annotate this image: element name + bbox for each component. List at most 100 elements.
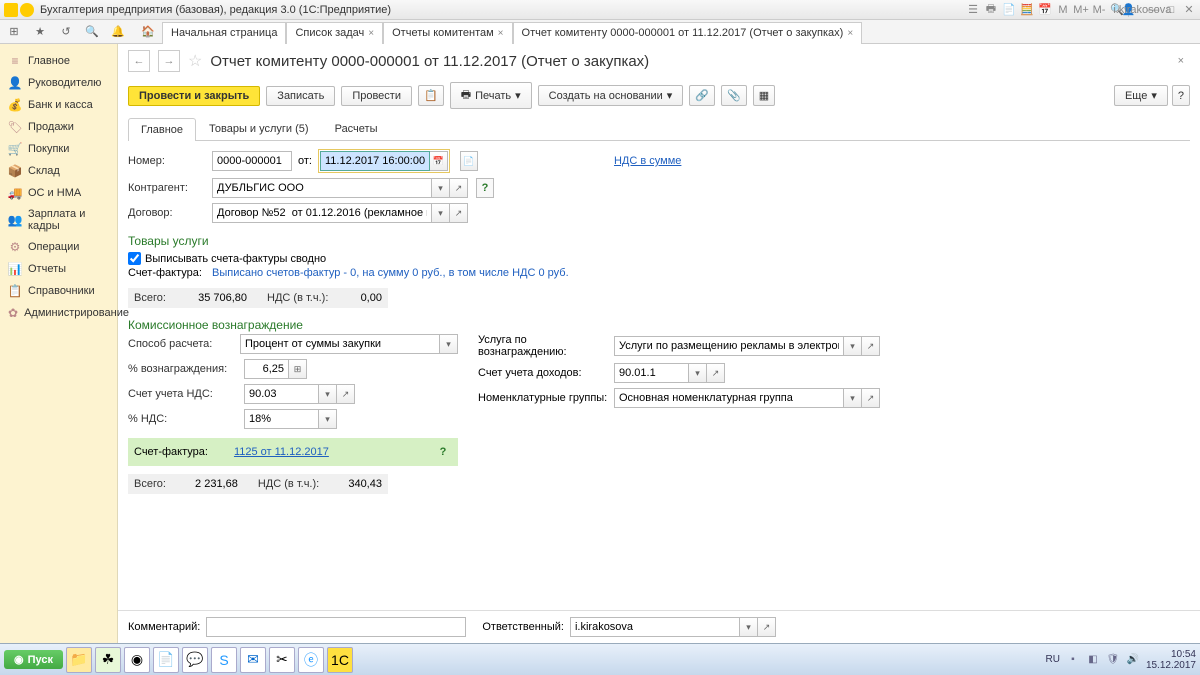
help-button[interactable]: ? (1172, 85, 1190, 106)
post-button[interactable]: Провести (341, 86, 412, 106)
date-input[interactable] (320, 151, 430, 171)
lang-indicator[interactable]: RU (1045, 654, 1059, 665)
taskbar-ie[interactable]: ⓔ (298, 647, 324, 673)
open-icon[interactable]: ↗ (758, 617, 776, 637)
taskbar-app[interactable]: ☘ (95, 647, 121, 673)
taskbar-chrome[interactable]: ◉ (124, 647, 150, 673)
structure-button[interactable]: 🔗 (689, 85, 715, 106)
dropdown-icon[interactable]: ▾ (844, 336, 862, 356)
toolbar-icon[interactable]: M+ (1074, 3, 1088, 17)
responsible-input[interactable] (570, 617, 740, 637)
movements-button[interactable]: 📋 (418, 85, 444, 106)
maximize-icon[interactable]: □ (1164, 3, 1178, 17)
open-icon[interactable]: ↗ (862, 336, 880, 356)
taskbar-app[interactable]: 📁 (66, 647, 92, 673)
subtab-calc[interactable]: Расчеты (322, 117, 391, 140)
sidebar-item-assets[interactable]: 🚚ОС и НМА (0, 182, 117, 204)
number-input[interactable] (212, 151, 292, 171)
taskbar-whatsapp[interactable]: 💬 (182, 647, 208, 673)
vat-account-input[interactable] (244, 384, 319, 404)
open-icon[interactable]: ↗ (707, 363, 725, 383)
extra-button[interactable]: ▦ (753, 85, 775, 106)
tray-icon[interactable]: ▪ (1066, 653, 1080, 667)
subtab-goods[interactable]: Товары и услуги (5) (196, 117, 322, 140)
toolbar-icon[interactable]: M (1056, 3, 1070, 17)
comment-input[interactable] (206, 617, 466, 637)
invoice-summary-link[interactable]: Выписано счетов-фактур - 0, на сумму 0 р… (212, 267, 569, 279)
sidebar-item-warehouse[interactable]: 📦Склад (0, 160, 117, 182)
dropdown-icon[interactable]: ▾ (319, 409, 337, 429)
open-icon[interactable]: ↗ (450, 203, 468, 223)
log-icon[interactable]: 📄 (460, 151, 478, 171)
close-icon[interactable]: × (847, 28, 853, 39)
tab-tasks[interactable]: Список задач× (286, 22, 383, 44)
clock[interactable]: 10:54 15.12.2017 (1146, 649, 1196, 671)
open-icon[interactable]: ↗ (862, 388, 880, 408)
star-icon[interactable]: ★ (30, 22, 50, 42)
taskbar-1c[interactable]: 1C (327, 647, 353, 673)
partner-input[interactable] (212, 178, 432, 198)
forward-button[interactable]: → (158, 50, 180, 72)
home-tab-icon[interactable]: 🏠 (138, 22, 158, 42)
help-icon[interactable]: ? (434, 442, 452, 462)
tray-icon[interactable]: 🔊 (1126, 653, 1140, 667)
close-icon[interactable]: ✕ (1182, 3, 1196, 17)
more-button[interactable]: Еще ▾ (1114, 85, 1168, 106)
start-button[interactable]: ◉ Пуск (4, 650, 63, 669)
sidebar-item-operations[interactable]: ⚙Операции (0, 236, 117, 258)
dropdown-icon[interactable]: ▾ (432, 178, 450, 198)
open-icon[interactable]: ↗ (337, 384, 355, 404)
create-based-button[interactable]: Создать на основании ▾ (538, 85, 684, 106)
close-icon[interactable]: × (368, 28, 374, 39)
open-icon[interactable]: ↗ (450, 178, 468, 198)
toolbar-icon[interactable]: 🖶 (984, 3, 998, 17)
bell-icon[interactable]: 🔔 (108, 22, 128, 42)
sidebar-item-purchases[interactable]: 🛒Покупки (0, 138, 117, 160)
sidebar-item-catalogs[interactable]: 📋Справочники (0, 280, 117, 302)
apps-icon[interactable]: ⊞ (4, 22, 24, 42)
help-icon[interactable]: ? (476, 178, 494, 198)
commission-invoice-link[interactable]: 1125 от 11.12.2017 (234, 446, 329, 458)
dropdown-icon[interactable]: ▾ (440, 334, 458, 354)
post-and-close-button[interactable]: Провести и закрыть (128, 86, 260, 106)
sidebar-item-manager[interactable]: 👤Руководителю (0, 72, 117, 94)
service-input[interactable] (614, 336, 844, 356)
nav-back-icon[interactable] (20, 3, 34, 17)
dropdown-icon[interactable]: ▾ (740, 617, 758, 637)
toolbar-icon[interactable]: 🧮 (1020, 3, 1034, 17)
dropdown-icon[interactable]: ▾ (844, 388, 862, 408)
toolbar-icon[interactable]: 📅 (1038, 3, 1052, 17)
taskbar-app[interactable]: ✂ (269, 647, 295, 673)
taskbar-outlook[interactable]: ✉ (240, 647, 266, 673)
user-label[interactable]: 👤 i.kirakosova (1128, 3, 1142, 17)
vat-rate-input[interactable] (244, 409, 319, 429)
calc-icon[interactable]: ⊞ (289, 359, 307, 379)
income-account-input[interactable] (614, 363, 689, 383)
dropdown-icon[interactable]: ▾ (432, 203, 450, 223)
taskbar-skype[interactable]: S (211, 647, 237, 673)
tray-icon[interactable]: ◧ (1086, 653, 1100, 667)
calendar-icon[interactable]: 📅 (430, 151, 448, 171)
taskbar-app[interactable]: 📄 (153, 647, 179, 673)
tab-home[interactable]: Начальная страница (162, 22, 286, 44)
tab-current-doc[interactable]: Отчет комитенту 0000-000001 от 11.12.201… (513, 22, 863, 44)
print-button[interactable]: 🖶 Печать ▾ (450, 82, 532, 109)
vat-mode-link[interactable]: НДС в сумме (614, 155, 681, 167)
minimize-icon[interactable]: — (1146, 3, 1160, 17)
sidebar-item-admin[interactable]: ✿Администрирование (0, 302, 117, 324)
close-doc-button[interactable]: × (1178, 55, 1190, 67)
back-button[interactable]: ← (128, 50, 150, 72)
tray-icon[interactable]: 🛡 (1106, 653, 1120, 667)
history-icon[interactable]: ↺ (56, 22, 76, 42)
method-input[interactable] (240, 334, 440, 354)
percent-input[interactable] (244, 359, 289, 379)
sidebar-item-salary[interactable]: 👥Зарплата и кадры (0, 204, 117, 236)
dropdown-icon[interactable]: ▾ (319, 384, 337, 404)
subtab-main[interactable]: Главное (128, 118, 196, 141)
search-icon[interactable]: 🔍 (82, 22, 102, 42)
sidebar-item-reports[interactable]: 📊Отчеты (0, 258, 117, 280)
dropdown-icon[interactable]: ▾ (689, 363, 707, 383)
consolidated-invoice-checkbox[interactable] (128, 252, 141, 265)
contract-input[interactable] (212, 203, 432, 223)
sidebar-item-sales[interactable]: 🏷Продажи (0, 116, 117, 138)
